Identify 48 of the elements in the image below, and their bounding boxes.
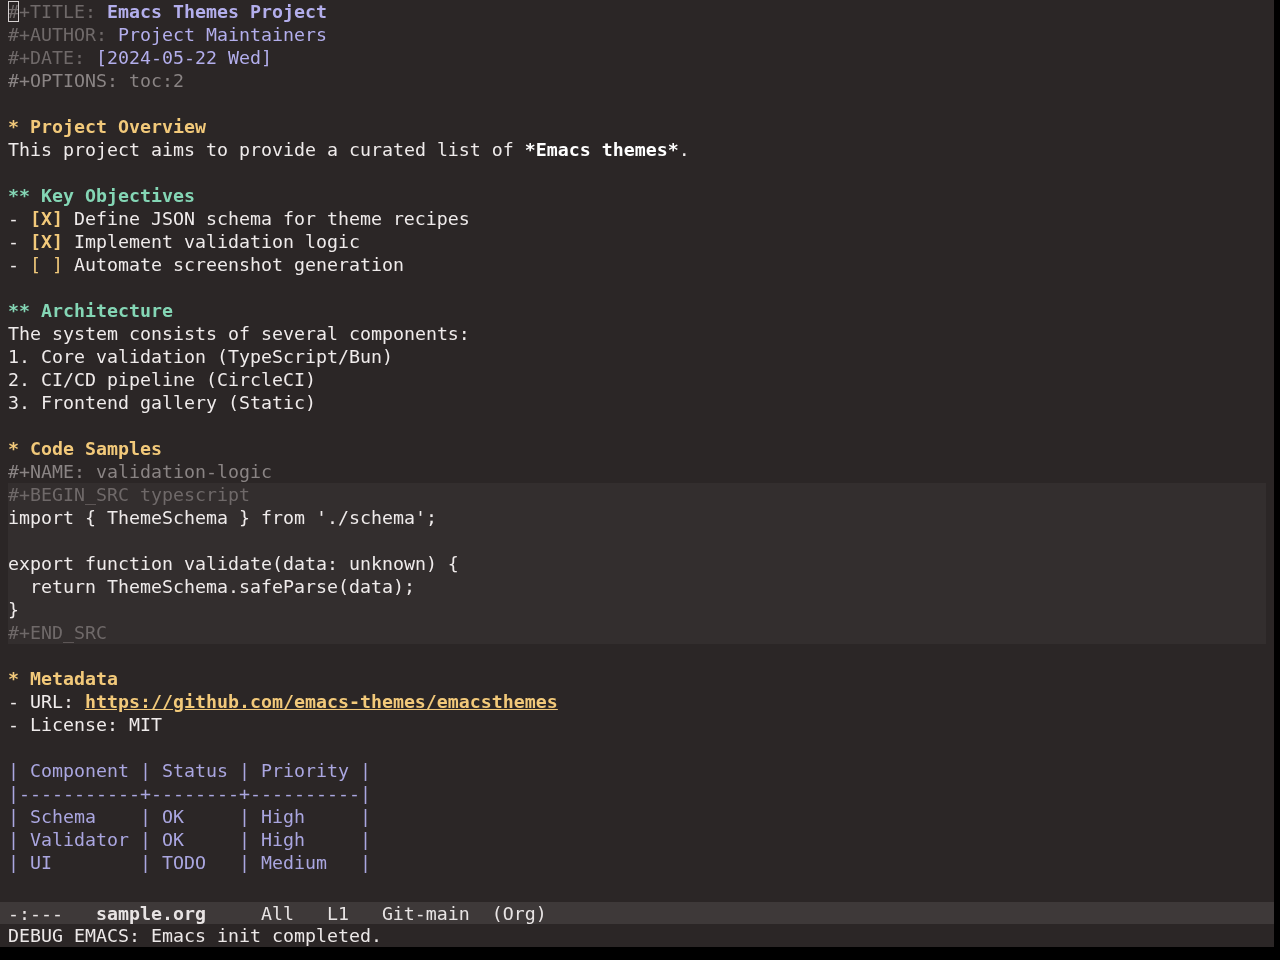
list-bullet: -	[8, 207, 19, 230]
numbered-item: 3. Frontend gallery (Static)	[8, 391, 316, 414]
src-end-line: #+END_SRC	[8, 622, 107, 643]
task-text: Automate screenshot generation	[73, 253, 404, 276]
list-bullet: -	[8, 230, 19, 253]
list-item: License: MIT	[30, 713, 162, 736]
keyword-label: #+NAME:	[8, 460, 85, 483]
task-check: [X]	[30, 207, 63, 230]
export-options: toc:2	[128, 69, 184, 92]
table-header: | Component | Status | Priority |	[8, 760, 371, 781]
source-code: import { ThemeSchema } from './schema'; export function validate(data: unknown) { return ThemeSchema.safeParse(data); }	[8, 507, 459, 620]
list-bullet: -	[8, 713, 19, 736]
task-text: Implement validation logic	[73, 230, 360, 253]
outline-heading: * Metadata	[8, 667, 118, 690]
task-check: [ ]	[30, 253, 63, 276]
buffer-position: All	[260, 901, 294, 925]
modified-status: -:---	[8, 901, 63, 925]
task-text: Define JSON schema for theme recipes	[73, 207, 470, 230]
buffer-name: sample.org	[95, 901, 206, 925]
table-row: | UI | TODO | Medium |	[8, 852, 371, 873]
url-label: URL:	[30, 690, 74, 713]
keyword-label: #+AUTHOR:	[8, 23, 107, 46]
keyword-label: #+OPTIONS:	[8, 69, 118, 92]
echo-message: DEBUG EMACS: Emacs init completed.	[8, 925, 382, 946]
table-separator: |-----------+--------+----------|	[8, 783, 371, 804]
outline-heading: ** Key Objectives	[8, 184, 195, 207]
document-title: Emacs Themes Project	[106, 0, 327, 23]
numbered-item: 1. Core validation (TypeScript/Bun)	[8, 345, 393, 368]
src-begin-line: #+BEGIN_SRC typescript	[8, 484, 250, 505]
document-date: [2024-05-22 Wed]	[95, 46, 272, 69]
block-name: validation-logic	[95, 460, 272, 483]
author-name: Project Maintainers	[117, 23, 327, 46]
list-bullet: -	[8, 253, 19, 276]
keyword-label: #+DATE:	[8, 46, 85, 69]
table-row: | Schema | OK | High |	[8, 806, 371, 827]
table-row: | Validator | OK | High |	[8, 829, 371, 850]
numbered-item: 2. CI/CD pipeline (CircleCI)	[8, 368, 316, 391]
git-branch: Git-main	[381, 901, 470, 925]
list-bullet: -	[8, 690, 19, 713]
outline-heading: * Code Samples	[8, 437, 162, 460]
paragraph: The system consists of several components:	[8, 322, 470, 345]
major-mode: (Org)	[491, 901, 547, 925]
url-link[interactable]: https://github.com/emacs-themes/emacsthemes	[84, 690, 558, 713]
task-check: [X]	[30, 230, 63, 253]
line-number: L1	[326, 901, 349, 925]
outline-heading: * Project Overview	[8, 115, 206, 138]
outline-heading: ** Architecture	[8, 299, 173, 322]
paragraph: This project aims to provide a curated list of *Emacs themes*.	[8, 138, 690, 161]
